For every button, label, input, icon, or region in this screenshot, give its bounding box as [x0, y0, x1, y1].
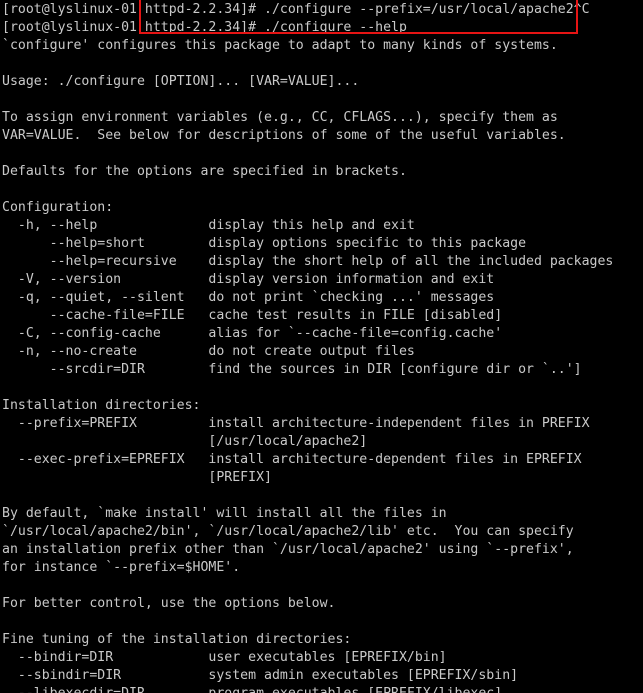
terminal-line: --libexecdir=DIR program executables [EP…	[2, 685, 643, 693]
terminal-output[interactable]: [root@lyslinux-01 httpd-2.2.34]# ./confi…	[2, 1, 643, 693]
terminal-line: -q, --quiet, --silent do not print `chec…	[2, 290, 495, 305]
terminal-line: --cache-file=FILE cache test results in …	[2, 308, 503, 323]
terminal-line: [root@lyslinux-01 httpd-2.2.34]# ./confi…	[2, 2, 590, 17]
terminal-line: VAR=VALUE. See below for descriptions of…	[2, 128, 566, 143]
terminal-line: Fine tuning of the installation director…	[2, 632, 352, 647]
terminal-line: -C, --config-cache alias for `--cache-fi…	[2, 326, 503, 341]
terminal-line: Configuration:	[2, 200, 114, 215]
terminal-window[interactable]: [root@lyslinux-01 httpd-2.2.34]# ./confi…	[0, 0, 643, 693]
terminal-line: for instance `--prefix=$HOME'.	[2, 560, 241, 575]
terminal-line: Usage: ./configure [OPTION]... [VAR=VALU…	[2, 74, 360, 89]
terminal-line: --prefix=PREFIX install architecture-ind…	[2, 416, 590, 431]
terminal-line: --help=short display options specific to…	[2, 236, 527, 251]
terminal-line: --bindir=DIR user executables [EPREFIX/b…	[2, 650, 447, 665]
terminal-line: -V, --version display version informatio…	[2, 272, 495, 287]
terminal-line: `configure' configures this package to a…	[2, 38, 558, 53]
terminal-line: --help=recursive display the short help …	[2, 254, 614, 269]
terminal-line: --srcdir=DIR find the sources in DIR [co…	[2, 362, 582, 377]
terminal-line: Defaults for the options are specified i…	[2, 164, 407, 179]
terminal-line: [PREFIX]	[2, 470, 272, 485]
terminal-line: To assign environment variables (e.g., C…	[2, 110, 558, 125]
terminal-line: [/usr/local/apache2]	[2, 434, 368, 449]
terminal-line: [root@lyslinux-01 httpd-2.2.34]# ./confi…	[2, 20, 407, 35]
terminal-line: Installation directories:	[2, 398, 201, 413]
terminal-line: -h, --help display this help and exit	[2, 218, 415, 233]
terminal-line: --exec-prefix=EPREFIX install architectu…	[2, 452, 582, 467]
terminal-line: an installation prefix other than `/usr/…	[2, 542, 574, 557]
terminal-line: -n, --no-create do not create output fil…	[2, 344, 415, 359]
terminal-line: `/usr/local/apache2/bin', `/usr/local/ap…	[2, 524, 574, 539]
terminal-line: --sbindir=DIR system admin executables […	[2, 668, 519, 683]
terminal-line: By default, `make install' will install …	[2, 506, 447, 521]
terminal-line: For better control, use the options belo…	[2, 596, 336, 611]
